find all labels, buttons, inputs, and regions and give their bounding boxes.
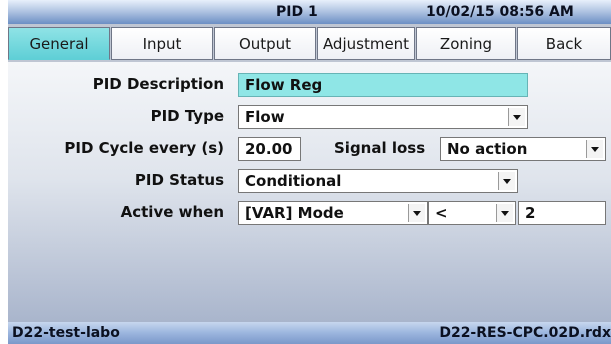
pid-type-value: Flow [245,108,285,126]
tab-bar: General Input Output Adjustment Zoning B… [8,27,611,62]
chevron-down-icon[interactable] [408,204,425,222]
signal-loss-select[interactable]: No action [440,137,606,161]
tab-general[interactable]: General [8,27,110,60]
general-form: PID Description Flow Reg PID Type Flow P… [8,62,611,322]
pid-type-label: PID Type [150,107,224,125]
status-file-name: D22-RES-CPC.02D.rdx [439,325,611,341]
chevron-down-icon[interactable] [586,140,603,158]
pid-description-field[interactable]: Flow Reg [238,73,528,97]
chevron-down-icon[interactable] [498,172,515,190]
status-device-name: D22-test-labo [12,325,120,341]
pid-type-select[interactable]: Flow [238,105,528,129]
active-when-variable-value: [VAR] Mode [245,204,344,222]
pid-status-select[interactable]: Conditional [238,169,518,193]
date-time: 10/02/15 08:56 AM [426,4,574,20]
chevron-down-icon[interactable] [496,204,513,222]
active-when-label: Active when [120,203,224,221]
window-title: PID 1 [276,4,318,20]
active-when-operator-value: < [435,204,448,222]
signal-loss-label: Signal loss [334,139,426,157]
pid-status-value: Conditional [245,172,342,190]
tab-zoning[interactable]: Zoning [416,27,516,60]
signal-loss-value: No action [447,140,528,158]
pid-cycle-field[interactable]: 20.00 [238,137,301,161]
status-bar: D22-test-labo D22-RES-CPC.02D.rdx [8,322,611,344]
title-bar: PID 1 10/02/15 08:56 AM [8,0,611,24]
tab-output[interactable]: Output [214,27,316,60]
tab-input[interactable]: Input [111,27,213,60]
tab-adjustment[interactable]: Adjustment [317,27,415,60]
pid-status-label: PID Status [134,171,224,189]
pid-cycle-label: PID Cycle every (s) [64,139,224,157]
chevron-down-icon[interactable] [508,108,525,126]
pid-window: PID 1 10/02/15 08:56 AM General Input Ou… [8,0,611,344]
active-when-operator-select[interactable]: < [428,201,516,225]
pid-description-label: PID Description [92,75,224,93]
tab-back[interactable]: Back [517,27,611,60]
active-when-variable-select[interactable]: [VAR] Mode [238,201,428,225]
active-when-value-field[interactable]: 2 [518,201,606,225]
